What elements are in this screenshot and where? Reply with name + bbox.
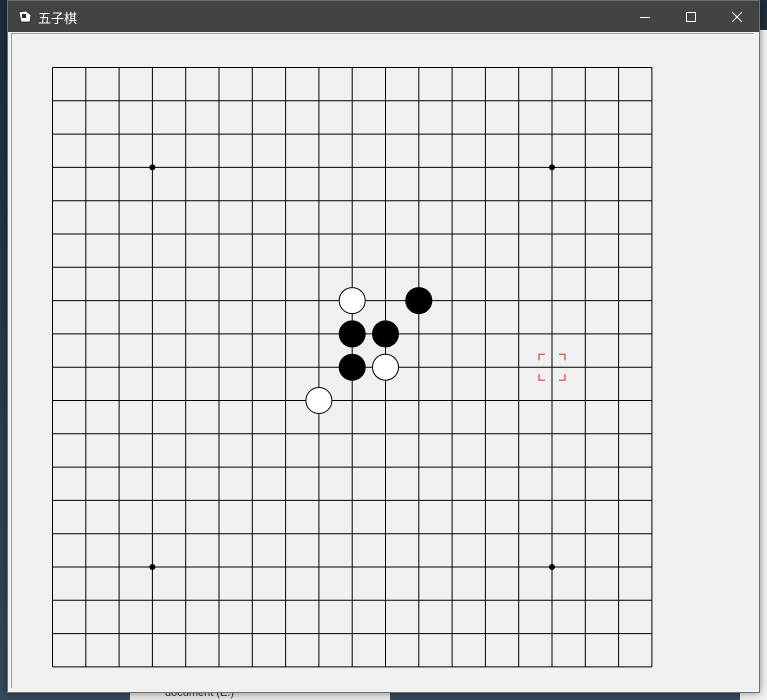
maximize-icon [686, 11, 696, 22]
gomoku-board[interactable] [12, 34, 755, 689]
white-stone [305, 387, 333, 414]
star-point [549, 164, 555, 171]
star-point [149, 564, 156, 570]
minimize-button[interactable] [622, 1, 668, 32]
black-stone [338, 353, 366, 381]
black-stone [372, 320, 399, 348]
white-stone [372, 353, 399, 381]
window-title: 五子棋 [38, 12, 78, 27]
star-point [549, 564, 555, 570]
close-icon [731, 11, 743, 22]
game-client-area [11, 33, 754, 688]
black-stone [405, 287, 433, 315]
minimize-icon [640, 16, 650, 18]
maximize-button[interactable] [668, 1, 714, 32]
white-stone [338, 287, 366, 315]
black-stone [338, 320, 366, 348]
gomoku-app-icon [18, 10, 32, 23]
close-button[interactable] [714, 1, 760, 32]
title-bar[interactable]: 五子棋 [8, 1, 759, 32]
star-point [149, 164, 156, 171]
gomoku-window: 五子棋 [7, 0, 760, 693]
